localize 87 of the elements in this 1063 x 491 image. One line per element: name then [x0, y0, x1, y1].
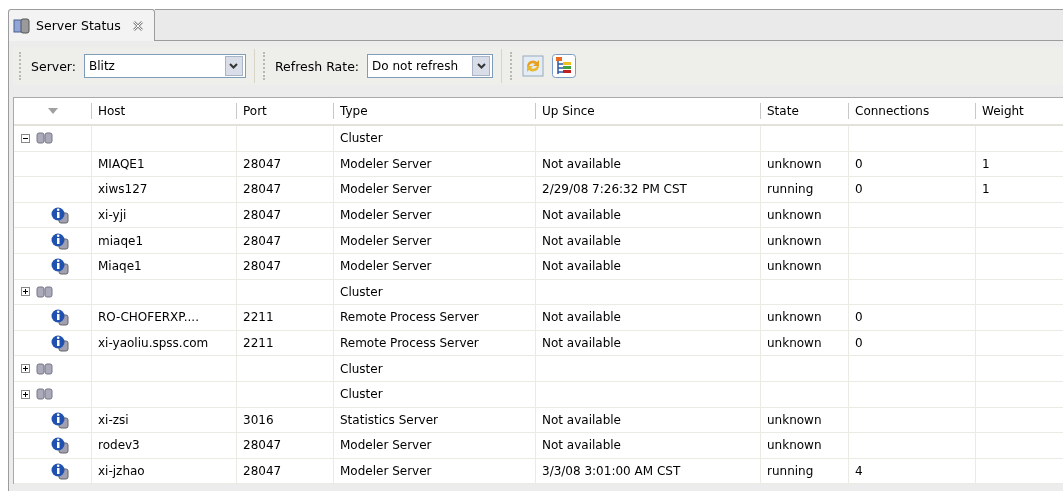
- table-cell: Statistics Server: [334, 407, 536, 433]
- table-cell: RO-CHOFERXP....: [92, 305, 237, 330]
- table-cell: unknown: [761, 330, 849, 356]
- table-cell: 0: [849, 305, 976, 330]
- table-cell: rodev3: [92, 433, 237, 458]
- table-cell: 3016: [237, 407, 334, 433]
- table-cell: Cluster: [334, 356, 536, 381]
- table-cell: Not available: [536, 202, 761, 228]
- server-dropdown[interactable]: Blitz: [84, 54, 246, 78]
- table-cell: Modeler Server: [334, 202, 536, 228]
- table-cell: Miaqe1: [92, 253, 237, 279]
- table-cell: 28047: [237, 458, 334, 484]
- table-cell: unknown: [761, 253, 849, 279]
- column-header[interactable]: State: [761, 103, 849, 119]
- chevron-down-icon: [229, 63, 239, 69]
- server-label: Server:: [31, 58, 76, 74]
- table-cell: Cluster: [334, 381, 536, 407]
- chevron-down-icon: [476, 63, 486, 69]
- tree-view-icon[interactable]: [552, 54, 577, 78]
- cluster-icon: [36, 285, 54, 298]
- table-cell: Modeler Server: [334, 177, 536, 202]
- table-cell: xi-yji: [92, 202, 237, 228]
- table-cell: xi-zsi: [92, 407, 237, 433]
- refresh-rate-dropdown[interactable]: Do not refresh: [367, 54, 494, 78]
- table-cell: 3/3/08 3:01:00 AM CST: [536, 458, 761, 484]
- table-cell: unknown: [761, 151, 849, 177]
- table-cell: Modeler Server: [334, 151, 536, 177]
- column-header[interactable]: Type: [334, 103, 536, 119]
- column-header[interactable]: Host: [92, 103, 237, 119]
- table-cell: xiws127: [92, 177, 237, 202]
- table-cell: 4: [849, 458, 976, 484]
- table-cell: unknown: [761, 202, 849, 228]
- table-cell: xi-yaoliu.spss.com: [92, 330, 237, 356]
- cluster-icon: [36, 132, 54, 145]
- table-cell: 28047: [237, 253, 334, 279]
- view-tab[interactable]: Server Status: [8, 9, 155, 41]
- table-cell: unknown: [761, 433, 849, 458]
- table-cell: Not available: [536, 253, 761, 279]
- expand-toggle[interactable]: [21, 364, 30, 374]
- table-cell: Remote Process Server: [334, 330, 536, 356]
- table-cell: unknown: [761, 305, 849, 330]
- column-header[interactable]: Up Since: [536, 103, 761, 119]
- column-header[interactable]: Port: [237, 103, 334, 119]
- table-cell: 28047: [237, 202, 334, 228]
- table-cell: Not available: [536, 151, 761, 177]
- table-cell: 28047: [237, 151, 334, 177]
- collapse-toggle[interactable]: [21, 133, 30, 143]
- column-header[interactable]: Connections: [849, 103, 976, 119]
- expand-toggle[interactable]: [21, 287, 30, 297]
- table-cell: Remote Process Server: [334, 305, 536, 330]
- cluster-icon: [36, 388, 54, 401]
- sort-icon[interactable]: [47, 108, 58, 114]
- column-header[interactable]: Weight: [976, 103, 1063, 119]
- table-cell: Modeler Server: [334, 228, 536, 253]
- table-cell: 1: [976, 151, 1063, 177]
- table-cell: Not available: [536, 330, 761, 356]
- table-cell: xi-jzhao: [92, 458, 237, 484]
- table-cell: 0: [849, 151, 976, 177]
- table-cell: 2211: [237, 330, 334, 356]
- table-cell: Not available: [536, 407, 761, 433]
- cluster-icon: [36, 362, 54, 375]
- table-cell: Not available: [536, 228, 761, 253]
- table-cell: Modeler Server: [334, 253, 536, 279]
- close-icon[interactable]: [131, 19, 144, 32]
- table-cell: 2/29/08 7:26:32 PM CST: [536, 177, 761, 202]
- expand-toggle[interactable]: [21, 389, 30, 399]
- table-cell: 28047: [237, 228, 334, 253]
- table-cell: Cluster: [334, 279, 536, 305]
- table-cell: running: [761, 177, 849, 202]
- table-cell: unknown: [761, 407, 849, 433]
- table-cell: Modeler Server: [334, 458, 536, 484]
- table-cell: Not available: [536, 305, 761, 330]
- server-icon: [13, 17, 31, 34]
- refresh-rate-label: Refresh Rate:: [275, 58, 360, 74]
- table-cell: 2211: [237, 305, 334, 330]
- table-cell: Cluster: [334, 126, 536, 151]
- table-cell: miaqe1: [92, 228, 237, 253]
- table-cell: 0: [849, 177, 976, 202]
- table-cell: Modeler Server: [334, 433, 536, 458]
- table-cell: 1: [976, 177, 1063, 202]
- table-cell: unknown: [761, 228, 849, 253]
- table-cell: 28047: [237, 177, 334, 202]
- table-cell: 28047: [237, 433, 334, 458]
- table-cell: running: [761, 458, 849, 484]
- table-cell: MIAQE1: [92, 151, 237, 177]
- table-cell: 0: [849, 330, 976, 356]
- table-cell: Not available: [536, 433, 761, 458]
